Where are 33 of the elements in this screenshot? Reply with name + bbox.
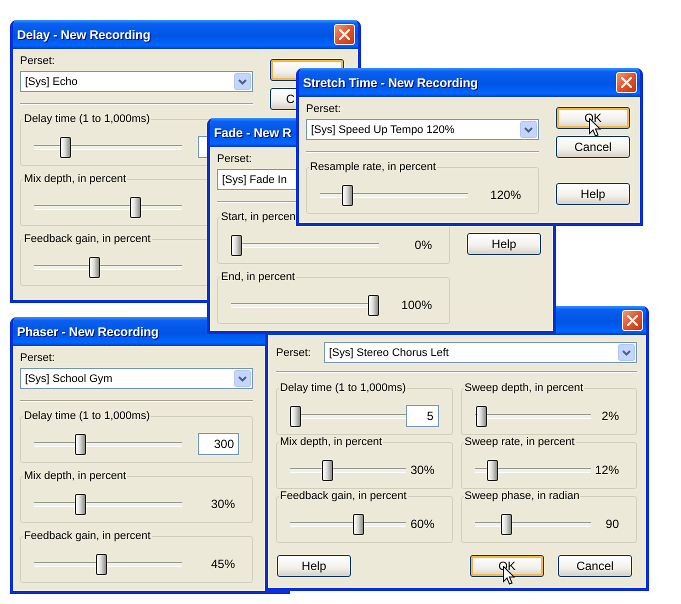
value-readout: 30% bbox=[210, 497, 236, 511]
group-label: Delay time (1 to 1,000ms) bbox=[279, 382, 407, 395]
value-readout: 100% bbox=[401, 298, 433, 312]
group-label: End, in percent bbox=[220, 271, 296, 284]
field-label: Perset: bbox=[306, 102, 342, 116]
window-title: Phaser - New Recording bbox=[17, 324, 159, 338]
group-label: Delay time (1 to 1,000ms) bbox=[23, 113, 151, 126]
group-label: Mix depth, in percent bbox=[279, 436, 384, 449]
group-label: Sweep rate, in percent bbox=[464, 436, 576, 449]
group-label: Sweep depth, in percent bbox=[464, 382, 584, 395]
group-label: Start, in percen bbox=[220, 211, 297, 224]
group-label: Mix depth, in percent bbox=[23, 470, 128, 483]
value-readout: 45% bbox=[210, 557, 236, 571]
group-label: Feedback gain, in percent bbox=[279, 490, 408, 503]
group-label: Feedback gain, in percent bbox=[23, 530, 152, 543]
group-label: Sweep phase, in radian bbox=[464, 490, 580, 503]
window-title: Stretch Time - New Recording bbox=[303, 76, 478, 90]
value-readout: 120% bbox=[490, 188, 522, 202]
value-readout: 0% bbox=[414, 238, 433, 252]
field-label: Perset: bbox=[20, 351, 56, 365]
value-readout: 12% bbox=[594, 463, 620, 477]
field-label: Perset: bbox=[276, 346, 312, 360]
value-readout: 2% bbox=[602, 409, 620, 423]
value-readout: 90 bbox=[606, 517, 620, 531]
field-label: Perset: bbox=[20, 54, 56, 68]
group-label: Feedback gain, in percent bbox=[23, 233, 152, 246]
window-title: Delay - New Recording bbox=[17, 28, 150, 42]
value-readout: 60% bbox=[410, 517, 436, 531]
value-readout: 30% bbox=[410, 463, 436, 477]
group-label: Delay time (1 to 1,000ms) bbox=[23, 410, 151, 423]
window-title: Fade - New R bbox=[214, 126, 292, 140]
group-label: Resample rate, in percent bbox=[309, 161, 437, 174]
group-label: Mix depth, in percent bbox=[23, 173, 128, 186]
